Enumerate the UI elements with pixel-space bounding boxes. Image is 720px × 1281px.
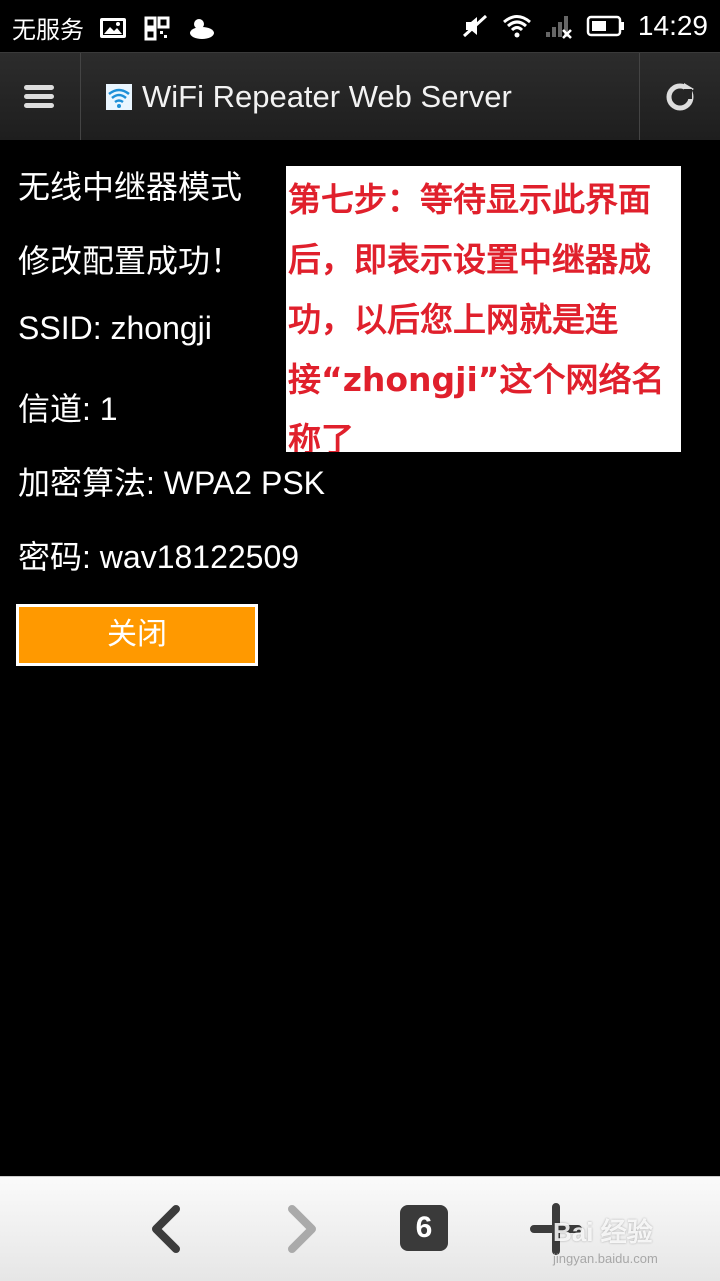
page-content: 无线中继器模式 修改配置成功！ SSID: zhongji 信道: 1 加密算法…	[0, 140, 720, 1176]
close-button[interactable]: 关闭	[16, 604, 258, 666]
annotation-overlay: 第七步：等待显示此界面后，即表示设置中继器成功，以后您上网就是连接“zhongj…	[286, 166, 681, 452]
channel-text: 信道: 1	[18, 391, 118, 427]
wifi-favicon-icon	[106, 84, 132, 110]
weather-icon	[190, 18, 214, 39]
refresh-button[interactable]	[639, 53, 720, 141]
page-title-area: WiFi Repeater Web Server	[106, 79, 512, 115]
menu-icon	[24, 85, 54, 108]
watermark-url: jingyan.baidu.com	[553, 1251, 658, 1266]
menu-button[interactable]	[0, 53, 81, 141]
chevron-left-icon	[152, 1205, 180, 1253]
status-bar: 无服务 14:29	[0, 0, 720, 52]
back-button[interactable]	[140, 1201, 196, 1257]
qr-icon	[144, 16, 170, 40]
clock: 14:29	[637, 10, 708, 41]
watermark-brand: Bai 经验	[553, 1217, 653, 1247]
mute-icon	[462, 14, 487, 38]
refresh-icon	[666, 83, 694, 111]
mode-text: 无线中继器模式	[18, 169, 243, 205]
success-text: 修改配置成功！	[18, 243, 243, 279]
password-text: 密码: wav18122509	[18, 539, 300, 575]
browser-title-bar: WiFi Repeater Web Server	[0, 52, 720, 142]
battery-icon	[586, 15, 624, 37]
forward-button[interactable]	[272, 1201, 328, 1257]
encryption-text: 加密算法: WPA2 PSK	[18, 465, 326, 501]
image-icon	[100, 17, 126, 38]
tabs-count-button[interactable]: 6	[400, 1205, 448, 1251]
wifi-icon	[502, 15, 531, 38]
chevron-right-icon	[288, 1205, 316, 1253]
ssid-text: SSID: zhongji	[18, 310, 212, 346]
carrier-label: 无服务	[12, 16, 84, 44]
signal-icon	[545, 16, 572, 39]
page-title: WiFi Repeater Web Server	[142, 79, 512, 114]
baidu-watermark: Bai 经验 jingyan.baidu.com	[553, 1212, 658, 1266]
